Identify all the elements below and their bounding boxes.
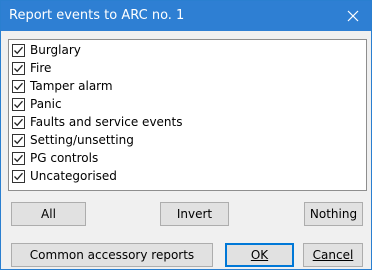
- item-label: Faults and service events: [30, 115, 183, 129]
- common-accessory-reports-button[interactable]: Common accessory reports: [11, 243, 213, 267]
- list-item-uncategorised[interactable]: Uncategorised: [12, 168, 352, 185]
- checkmark-icon: [14, 82, 23, 91]
- invert-button[interactable]: Invert: [160, 202, 229, 226]
- common-accessory-reports-label: Common accessory reports: [29, 248, 195, 262]
- item-label: Tamper alarm: [30, 79, 113, 93]
- list-item-fire[interactable]: Fire: [12, 60, 352, 77]
- cancel-button-label: Cancel: [312, 248, 354, 262]
- item-label: Panic: [30, 97, 62, 111]
- close-icon: [347, 10, 359, 22]
- dialog-window: Report events to ARC no. 1 Burglary Fire…: [0, 0, 372, 270]
- checkmark-icon: [14, 172, 23, 181]
- item-label: Fire: [30, 61, 52, 75]
- checkmark-icon: [14, 46, 23, 55]
- item-label: PG controls: [30, 151, 99, 165]
- invert-button-label: Invert: [176, 207, 213, 221]
- checkbox-burglary[interactable]: [12, 44, 25, 57]
- item-label: Setting/unsetting: [30, 133, 134, 147]
- list-item-burglary[interactable]: Burglary: [12, 42, 352, 59]
- checkbox-pg-controls[interactable]: [12, 152, 25, 165]
- item-label: Uncategorised: [30, 169, 117, 183]
- nothing-button-label: Nothing: [309, 207, 358, 221]
- all-button[interactable]: All: [11, 202, 86, 226]
- nothing-button[interactable]: Nothing: [304, 202, 363, 226]
- window-title: Report events to ARC no. 1: [9, 8, 185, 23]
- title-bar[interactable]: Report events to ARC no. 1: [1, 1, 371, 31]
- ok-button-label: OK: [250, 248, 269, 262]
- checkmark-icon: [14, 64, 23, 73]
- list-item-tamper-alarm[interactable]: Tamper alarm: [12, 78, 352, 95]
- list-item-setting-unsetting[interactable]: Setting/unsetting: [12, 132, 352, 149]
- checkmark-icon: [14, 154, 23, 163]
- ok-button[interactable]: OK: [225, 243, 294, 267]
- all-button-label: All: [41, 207, 56, 221]
- checkbox-panic[interactable]: [12, 98, 25, 111]
- checkmark-icon: [14, 136, 23, 145]
- checkbox-uncategorised[interactable]: [12, 170, 25, 183]
- list-item-panic[interactable]: Panic: [12, 96, 352, 113]
- checkbox-setting-unsetting[interactable]: [12, 134, 25, 147]
- checkbox-faults-and-service-events[interactable]: [12, 116, 25, 129]
- checkbox-fire[interactable]: [12, 62, 25, 75]
- list-item-pg-controls[interactable]: PG controls: [12, 150, 352, 167]
- checkmark-icon: [14, 118, 23, 127]
- checkmark-icon: [14, 100, 23, 109]
- cancel-button[interactable]: Cancel: [303, 243, 363, 267]
- list-item-faults-and-service-events[interactable]: Faults and service events: [12, 114, 352, 131]
- checkbox-tamper-alarm[interactable]: [12, 80, 25, 93]
- event-type-list[interactable]: Burglary Fire Tamper alarm Panic Faults …: [8, 39, 367, 191]
- close-button[interactable]: [335, 1, 371, 31]
- item-label: Burglary: [30, 43, 81, 57]
